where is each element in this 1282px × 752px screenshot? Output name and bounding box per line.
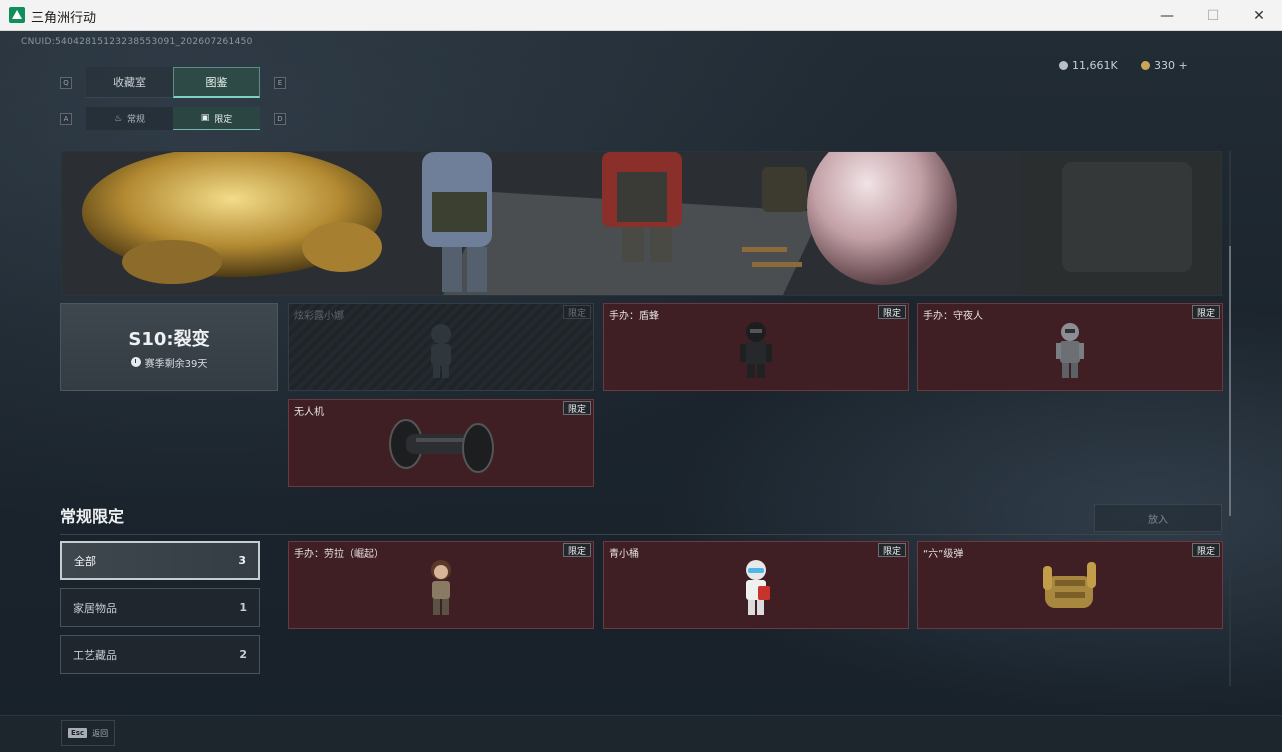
gold-currency-value: 330 + — [1154, 59, 1188, 72]
app-logo-icon — [9, 7, 25, 23]
filter-count: 3 — [238, 554, 246, 567]
subtab-regular-label: 常规 — [127, 115, 146, 125]
esc-key-icon: Esc — [68, 728, 88, 738]
maximize-button[interactable]: ☐ — [1190, 0, 1236, 31]
season-card[interactable]: S10:裂变 赛季剩余39天 — [60, 303, 278, 391]
uid-label: CNUID:54042815123238553091_202607261450 — [21, 37, 253, 47]
filter-home-items[interactable]: 家居物品 1 — [60, 588, 260, 627]
limited-badge: 限定 — [1191, 543, 1220, 557]
subtab-next-key-hint: D — [274, 113, 286, 125]
tab-prev-key-hint: Q — [60, 77, 72, 89]
season-title: S10:裂变 — [128, 328, 210, 350]
flame-icon: ♨ — [113, 113, 123, 124]
gold-coin-icon — [1141, 61, 1150, 70]
season-remaining: 赛季剩余39天 — [130, 355, 208, 370]
item-card[interactable]: 青小桶 限定 — [603, 541, 909, 629]
silver-currency-value: 11,661K — [1072, 59, 1118, 72]
back-button[interactable]: Esc 返回 — [61, 720, 116, 746]
clock-icon — [130, 357, 141, 367]
window-titlebar: 三角洲行动 — ☐ ✕ — [0, 0, 1282, 31]
season-banner-image — [61, 151, 1222, 296]
banner-art — [62, 152, 1221, 295]
tab-next-key-hint: E — [274, 77, 286, 89]
minimize-button[interactable]: — — [1144, 0, 1190, 31]
item-name: 无人机 — [294, 407, 324, 418]
filter-count: 1 — [239, 601, 247, 614]
section-title: 常规限定 — [60, 507, 125, 526]
item-card[interactable]: “六”级弹 限定 — [917, 541, 1223, 629]
subtab-limited[interactable]: ▣ 限定 — [173, 107, 260, 130]
silver-currency[interactable]: 11,661K — [1059, 59, 1118, 72]
figure-shield-bee-icon — [740, 322, 772, 378]
tab-codex[interactable]: 图鉴 — [173, 67, 260, 98]
golden-hand-icon — [1043, 562, 1096, 608]
item-card[interactable]: 手办：劳拉（崛起） 限定 — [288, 541, 594, 629]
limited-badge: 限定 — [1191, 305, 1220, 319]
item-name: 手办：守夜人 — [923, 311, 983, 322]
image-icon: ▣ — [200, 113, 210, 123]
item-card-locked[interactable]: 炫彩露小娜 限定 — [288, 303, 594, 391]
section-divider — [60, 534, 1222, 535]
item-name: “六”级弹 — [923, 549, 964, 560]
item-name: 青小桶 — [609, 549, 639, 560]
silver-coin-icon — [1059, 61, 1068, 70]
drone-icon — [389, 419, 494, 473]
subtab-prev-key-hint: A — [60, 113, 72, 125]
item-name: 手办：劳拉（崛起） — [294, 549, 384, 560]
subtab-limited-label: 限定 — [214, 114, 233, 125]
filter-craft-collectibles[interactable]: 工艺藏品 2 — [60, 635, 260, 674]
item-card[interactable]: 手办：守夜人 限定 — [917, 303, 1223, 391]
limited-badge: 限定 — [562, 305, 591, 319]
filter-label: 全部 — [74, 554, 96, 568]
scrollbar-thumb[interactable] — [1229, 246, 1231, 516]
window-title: 三角洲行动 — [31, 11, 97, 26]
tab-collection-room[interactable]: 收藏室 — [86, 67, 173, 98]
close-button[interactable]: ✕ — [1236, 0, 1282, 31]
item-name: 手办：盾蜂 — [609, 311, 659, 322]
item-name: 炫彩露小娜 — [294, 311, 344, 322]
limited-badge: 限定 — [562, 401, 591, 415]
game-viewport: CNUID:54042815123238553091_202607261450 … — [0, 31, 1282, 752]
filter-count: 2 — [239, 648, 247, 661]
gold-currency[interactable]: 330 + — [1141, 59, 1188, 72]
subtab-regular[interactable]: ♨ 常规 — [86, 107, 173, 130]
place-button[interactable]: 放入 — [1094, 504, 1222, 532]
back-label: 返回 — [92, 728, 109, 738]
filter-label: 工艺藏品 — [73, 648, 117, 662]
figure-blue-bucket-icon — [746, 560, 770, 615]
filter-label: 家居物品 — [73, 601, 117, 615]
limited-badge: 限定 — [877, 543, 906, 557]
figure-night-watch-icon — [1056, 323, 1084, 378]
limited-badge: 限定 — [562, 543, 591, 557]
limited-badge: 限定 — [877, 305, 906, 319]
figure-lara-icon — [431, 560, 451, 615]
filter-all[interactable]: 全部 3 — [60, 541, 260, 580]
item-card[interactable]: 手办：盾蜂 限定 — [603, 303, 909, 391]
item-card[interactable]: 无人机 限定 — [288, 399, 594, 487]
bottom-bar: Esc 返回 — [0, 715, 1282, 752]
figure-silhouette-icon — [431, 324, 451, 378]
season-remaining-text: 赛季剩余39天 — [144, 358, 208, 370]
